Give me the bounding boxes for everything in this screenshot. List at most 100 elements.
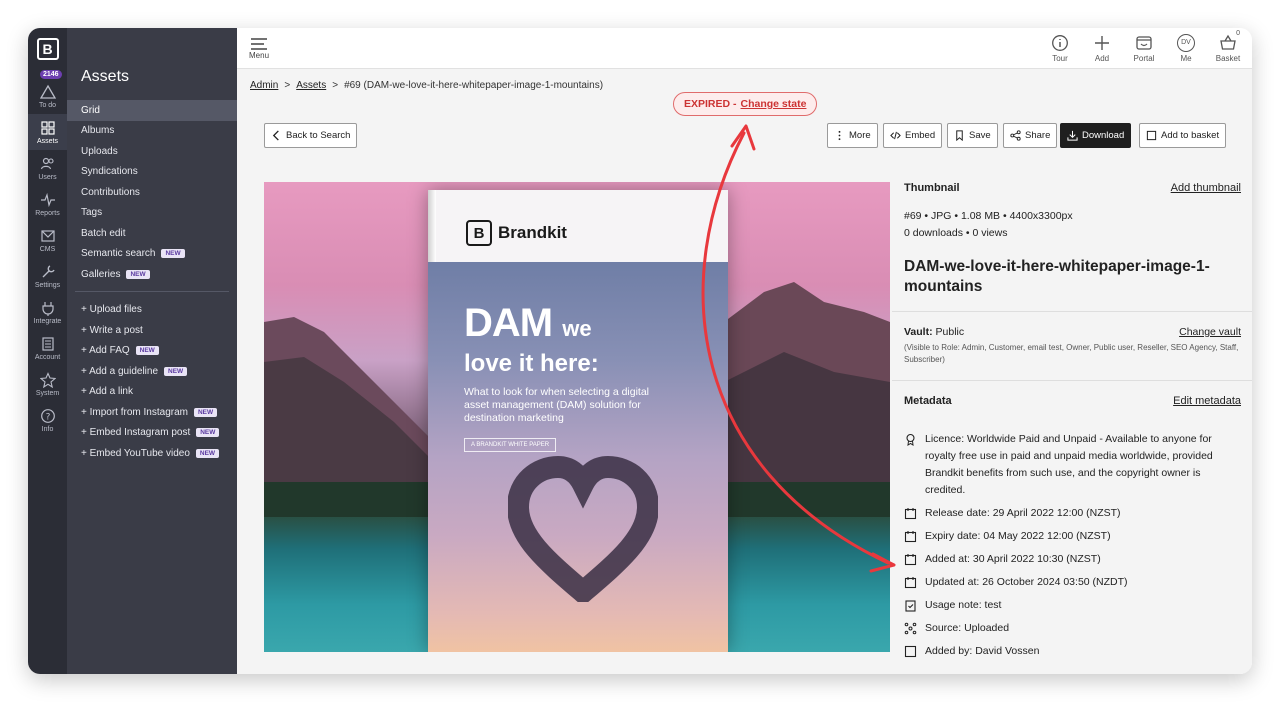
breadcrumb-separator: > — [284, 80, 291, 91]
save-button[interactable]: Save — [947, 123, 998, 148]
basket-count: 0 — [1236, 29, 1240, 37]
rail-todo[interactable]: 2146 To do — [28, 68, 67, 114]
embed-button[interactable]: Embed — [883, 123, 943, 148]
top-action-label: Me — [1180, 53, 1192, 63]
metadata-licence: Licence: Worldwide Paid and Unpaid - Ava… — [904, 431, 1241, 499]
avatar: DV — [1177, 33, 1195, 52]
metadata-source: Source: Uploaded — [904, 620, 1241, 637]
top-actions: Tour Add Portal DV Me 0 Basket — [1048, 30, 1241, 63]
metadata-list: Licence: Worldwide Paid and Unpaid - Ava… — [904, 431, 1241, 660]
status-badge: EXPIRED - Change state — [673, 92, 818, 116]
subnav-label: Uploads — [81, 145, 118, 157]
action-add-link[interactable]: + Add a link — [67, 382, 237, 403]
subnav-item-contributions[interactable]: Contributions — [67, 182, 237, 203]
portal-button[interactable]: Portal — [1132, 34, 1156, 63]
metadata-added-by: Added by: David Vossen — [904, 643, 1241, 660]
todo-count-badge: 2146 — [40, 70, 62, 79]
whitepaper-cover: B Brandkit DAM we love it here: What to … — [428, 190, 728, 652]
book-heading: DAM we — [464, 301, 592, 348]
breadcrumb: Admin > Assets > #69 (DAM-we-love-it-here-wh… — [250, 80, 603, 91]
action-upload-files[interactable]: + Upload files — [67, 300, 237, 321]
file-info-line: #69 • JPG • 1.08 MB • 4400x3300px — [904, 210, 1073, 222]
tour-button[interactable]: Tour — [1048, 34, 1072, 63]
subnav-label: + Upload files — [81, 304, 142, 316]
subnav-label: + Add a guideline — [81, 365, 159, 377]
button-label: More — [849, 130, 871, 141]
app-window: B 2146 To do Assets Users Reports CMS Se… — [28, 28, 1252, 674]
subnav-item-galleries[interactable]: Galleries NEW — [67, 264, 237, 285]
rail-integrate[interactable]: Integrate — [28, 294, 67, 330]
add-to-basket-button[interactable]: Add to basket — [1139, 123, 1227, 148]
back-to-search-button[interactable]: Back to Search — [264, 123, 358, 148]
rail-settings[interactable]: Settings — [28, 258, 67, 294]
rail-label: Integrate — [33, 318, 62, 325]
rail-cms[interactable]: CMS — [28, 222, 67, 258]
share-button[interactable]: Share — [1003, 123, 1058, 148]
breadcrumb-admin[interactable]: Admin — [250, 80, 278, 91]
download-icon — [1067, 130, 1078, 141]
rail-users[interactable]: Users — [28, 150, 67, 186]
subnav-label: + Embed Instagram post — [81, 427, 191, 439]
action-import-instagram[interactable]: + Import from Instagram NEW — [67, 402, 237, 423]
subnav-label: Semantic search — [81, 248, 156, 260]
asset-title: DAM-we-love-it-here-whitepaper-image-1-m… — [904, 258, 1210, 295]
metadata-text: Licence: Worldwide Paid and Unpaid - Ava… — [925, 433, 1213, 496]
rail-label: System — [35, 390, 60, 397]
metadata-text: Source: Uploaded — [925, 622, 1010, 634]
action-embed-instagram[interactable]: + Embed Instagram post NEW — [67, 423, 237, 444]
top-action-label: Basket — [1215, 53, 1241, 63]
subnav-label: + Embed YouTube video — [81, 447, 190, 459]
subnav-item-tags[interactable]: Tags — [67, 203, 237, 224]
more-button[interactable]: More — [827, 123, 878, 148]
user-icon — [904, 645, 917, 658]
asset-preview-image[interactable]: B Brandkit DAM we love it here: What to … — [264, 182, 890, 652]
rail-reports[interactable]: Reports — [28, 186, 67, 222]
metadata-added: Added at: 30 April 2022 10:30 (NZST) — [904, 551, 1241, 568]
breadcrumb-assets[interactable]: Assets — [296, 80, 326, 91]
menu-button[interactable]: Menu — [249, 37, 269, 60]
change-vault-link[interactable]: Change vault — [1179, 326, 1241, 338]
button-label: Download — [1082, 130, 1125, 141]
action-embed-youtube[interactable]: + Embed YouTube video NEW — [67, 443, 237, 464]
subnav-item-albums[interactable]: Albums — [67, 121, 237, 142]
rail-system[interactable]: System — [28, 366, 67, 402]
basket-button[interactable]: 0 Basket — [1215, 30, 1241, 63]
plug-icon — [41, 302, 54, 316]
action-add-guideline[interactable]: + Add a guideline NEW — [67, 361, 237, 382]
subnav-item-syndications[interactable]: Syndications — [67, 162, 237, 183]
warning-icon — [39, 84, 56, 99]
calendar-icon — [904, 531, 917, 543]
edit-metadata-link[interactable]: Edit metadata — [1173, 395, 1241, 407]
me-button[interactable]: DV Me — [1174, 33, 1198, 63]
subnav-item-batch-edit[interactable]: Batch edit — [67, 223, 237, 244]
new-badge: NEW — [196, 428, 220, 438]
rail-label: Info — [41, 426, 54, 433]
action-write-post[interactable]: + Write a post — [67, 320, 237, 341]
rail-account[interactable]: Account — [28, 330, 67, 366]
rail-info[interactable]: ? Info — [28, 402, 67, 438]
subnav-label: Tags — [81, 207, 103, 219]
book-cover-art: DAM we love it here: What to look for wh… — [428, 262, 728, 652]
subnav-item-grid[interactable]: Grid — [67, 100, 237, 121]
subnav-item-uploads[interactable]: Uploads — [67, 141, 237, 162]
rail-assets[interactable]: Assets — [28, 114, 67, 150]
top-action-label: Tour — [1052, 53, 1068, 63]
rail-label: Users — [38, 174, 57, 181]
pulse-icon — [40, 192, 55, 208]
brandkit-logo-icon[interactable]: B — [36, 38, 59, 60]
calendar-icon — [904, 508, 917, 520]
add-button[interactable]: Add — [1090, 34, 1114, 63]
book-heading-main: DAM — [464, 301, 553, 345]
action-add-faq[interactable]: + Add FAQ NEW — [67, 341, 237, 362]
button-label: Save — [969, 130, 991, 141]
add-thumbnail-link[interactable]: Add thumbnail — [1171, 182, 1241, 194]
download-button[interactable]: Download — [1060, 123, 1132, 148]
svg-text:?: ? — [45, 413, 50, 423]
book-brand-name: Brandkit — [498, 223, 567, 242]
top-action-label: Add — [1094, 53, 1110, 63]
change-state-link[interactable]: Change state — [741, 98, 807, 110]
subnav-item-semantic-search[interactable]: Semantic search NEW — [67, 244, 237, 265]
subnav-label: + Add a link — [81, 386, 133, 398]
rail-label: Account — [34, 354, 61, 361]
star-icon — [39, 372, 56, 388]
